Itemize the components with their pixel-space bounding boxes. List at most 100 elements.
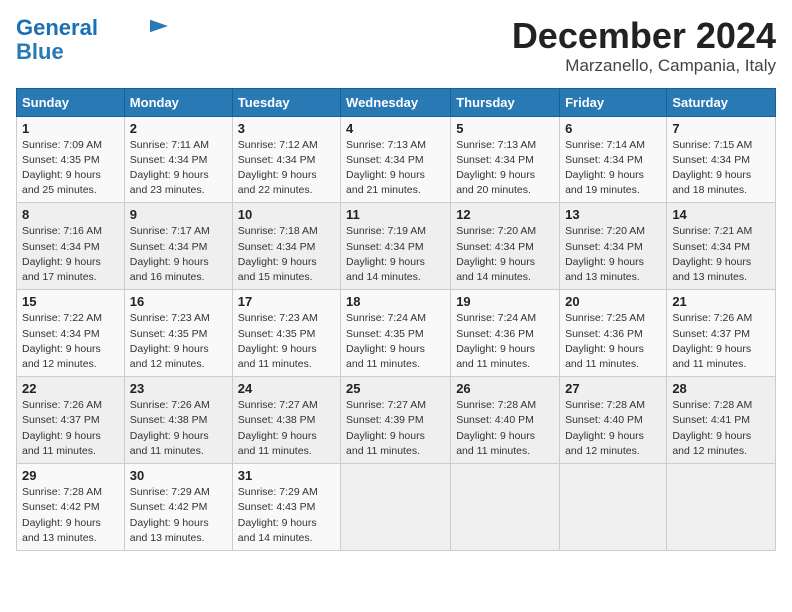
day-number: 25 [346, 381, 445, 396]
day-header-tuesday: Tuesday [232, 88, 340, 116]
day-number: 18 [346, 294, 445, 309]
day-number: 22 [22, 381, 119, 396]
calendar-week-row: 15Sunrise: 7:22 AMSunset: 4:34 PMDayligh… [17, 290, 776, 377]
calendar-header-row: SundayMondayTuesdayWednesdayThursdayFrid… [17, 88, 776, 116]
calendar-cell: 23 Sunrise: 7:26 AMSunset: 4:38 PMDayligh… [124, 377, 232, 464]
day-info: Sunrise: 7:28 AMSunset: 4:40 PMDaylight:… [456, 398, 554, 459]
calendar-cell: 27Sunrise: 7:28 AMSunset: 4:40 PMDayligh… [560, 377, 667, 464]
day-info: Sunrise: 7:26 AMSunset: 4:37 PMDaylight:… [22, 398, 119, 459]
day-header-friday: Friday [560, 88, 667, 116]
day-number: 7 [672, 121, 770, 136]
page-subtitle: Marzanello, Campania, Italy [512, 56, 776, 76]
day-info: Sunrise: 7:28 AMSunset: 4:41 PMDaylight:… [672, 398, 770, 459]
calendar-week-row: 8 Sunrise: 7:16 AMSunset: 4:34 PMDaylight… [17, 203, 776, 290]
calendar-cell: 9Sunrise: 7:17 AMSunset: 4:34 PMDaylight… [124, 203, 232, 290]
day-info: Sunrise: 7:19 AMSunset: 4:34 PMDaylight:… [346, 224, 445, 285]
day-number: 24 [238, 381, 335, 396]
day-info: Sunrise: 7:20 AMSunset: 4:34 PMDaylight:… [456, 224, 554, 285]
page-header: General Blue December 2024 Marzanello, C… [16, 16, 776, 76]
day-number: 21 [672, 294, 770, 309]
logo-text: General [16, 16, 98, 40]
calendar-cell: 22 Sunrise: 7:26 AMSunset: 4:37 PMDayligh… [17, 377, 125, 464]
calendar-cell [341, 464, 451, 551]
day-info: Sunrise: 7:16 AMSunset: 4:34 PMDaylight:… [22, 224, 119, 285]
day-number: 3 [238, 121, 335, 136]
day-info: Sunrise: 7:28 AMSunset: 4:42 PMDaylight:… [22, 485, 119, 546]
calendar-cell: 20 Sunrise: 7:25 AMSunset: 4:36 PMDayligh… [560, 290, 667, 377]
calendar-cell: 6 Sunrise: 7:14 AMSunset: 4:34 PMDaylight… [560, 116, 667, 203]
day-number: 26 [456, 381, 554, 396]
calendar-cell: 3 Sunrise: 7:12 AMSunset: 4:34 PMDaylight… [232, 116, 340, 203]
calendar-cell [667, 464, 776, 551]
calendar-cell: 13Sunrise: 7:20 AMSunset: 4:34 PMDayligh… [560, 203, 667, 290]
day-number: 23 [130, 381, 227, 396]
day-number: 6 [565, 121, 661, 136]
calendar-cell: 25Sunrise: 7:27 AMSunset: 4:39 PMDayligh… [341, 377, 451, 464]
day-number: 27 [565, 381, 661, 396]
day-info: Sunrise: 7:22 AMSunset: 4:34 PMDaylight:… [22, 311, 119, 372]
day-info: Sunrise: 7:13 AMSunset: 4:34 PMDaylight:… [456, 138, 554, 199]
day-number: 10 [238, 207, 335, 222]
day-info: Sunrise: 7:27 AMSunset: 4:38 PMDaylight:… [238, 398, 335, 459]
day-info: Sunrise: 7:12 AMSunset: 4:34 PMDaylight:… [238, 138, 335, 199]
day-number: 30 [130, 468, 227, 483]
calendar-cell: 17 Sunrise: 7:23 AMSunset: 4:35 PMDayligh… [232, 290, 340, 377]
day-info: Sunrise: 7:13 AMSunset: 4:34 PMDaylight:… [346, 138, 445, 199]
logo-arrow-icon [150, 19, 168, 33]
day-number: 8 [22, 207, 119, 222]
day-number: 19 [456, 294, 554, 309]
day-info: Sunrise: 7:24 AMSunset: 4:35 PMDaylight:… [346, 311, 445, 372]
calendar-cell: 31 Sunrise: 7:29 AMSunset: 4:43 PMDayligh… [232, 464, 340, 551]
calendar-cell: 7 Sunrise: 7:15 AMSunset: 4:34 PMDaylight… [667, 116, 776, 203]
calendar-cell: 8 Sunrise: 7:16 AMSunset: 4:34 PMDaylight… [17, 203, 125, 290]
day-number: 4 [346, 121, 445, 136]
day-info: Sunrise: 7:25 AMSunset: 4:36 PMDaylight:… [565, 311, 661, 372]
day-info: Sunrise: 7:11 AMSunset: 4:34 PMDaylight:… [130, 138, 227, 199]
day-number: 5 [456, 121, 554, 136]
calendar-cell: 10 Sunrise: 7:18 AMSunset: 4:34 PMDayligh… [232, 203, 340, 290]
day-info: Sunrise: 7:21 AMSunset: 4:34 PMDaylight:… [672, 224, 770, 285]
calendar-cell: 30 Sunrise: 7:29 AMSunset: 4:42 PMDayligh… [124, 464, 232, 551]
day-info: Sunrise: 7:29 AMSunset: 4:43 PMDaylight:… [238, 485, 335, 546]
day-number: 20 [565, 294, 661, 309]
calendar-week-row: 22 Sunrise: 7:26 AMSunset: 4:37 PMDayligh… [17, 377, 776, 464]
day-number: 12 [456, 207, 554, 222]
calendar-cell: 26 Sunrise: 7:28 AMSunset: 4:40 PMDayligh… [451, 377, 560, 464]
calendar-cell: 29 Sunrise: 7:28 AMSunset: 4:42 PMDayligh… [17, 464, 125, 551]
calendar-cell: 28 Sunrise: 7:28 AMSunset: 4:41 PMDayligh… [667, 377, 776, 464]
day-number: 11 [346, 207, 445, 222]
day-header-monday: Monday [124, 88, 232, 116]
day-info: Sunrise: 7:09 AMSunset: 4:35 PMDaylight:… [22, 138, 119, 199]
calendar-cell: 4 Sunrise: 7:13 AMSunset: 4:34 PMDaylight… [341, 116, 451, 203]
day-info: Sunrise: 7:26 AMSunset: 4:38 PMDaylight:… [130, 398, 227, 459]
day-number: 14 [672, 207, 770, 222]
day-info: Sunrise: 7:15 AMSunset: 4:34 PMDaylight:… [672, 138, 770, 199]
day-number: 17 [238, 294, 335, 309]
title-block: December 2024 Marzanello, Campania, Ital… [512, 16, 776, 76]
calendar-cell: 15Sunrise: 7:22 AMSunset: 4:34 PMDayligh… [17, 290, 125, 377]
day-info: Sunrise: 7:23 AMSunset: 4:35 PMDaylight:… [238, 311, 335, 372]
day-number: 31 [238, 468, 335, 483]
calendar-cell: 24 Sunrise: 7:27 AMSunset: 4:38 PMDayligh… [232, 377, 340, 464]
day-info: Sunrise: 7:20 AMSunset: 4:34 PMDaylight:… [565, 224, 661, 285]
calendar-week-row: 29 Sunrise: 7:28 AMSunset: 4:42 PMDayligh… [17, 464, 776, 551]
day-number: 29 [22, 468, 119, 483]
calendar-cell: 12 Sunrise: 7:20 AMSunset: 4:34 PMDayligh… [451, 203, 560, 290]
day-info: Sunrise: 7:24 AMSunset: 4:36 PMDaylight:… [456, 311, 554, 372]
calendar-cell: 18 Sunrise: 7:24 AMSunset: 4:35 PMDayligh… [341, 290, 451, 377]
calendar-cell [451, 464, 560, 551]
calendar-cell: 1Sunrise: 7:09 AMSunset: 4:35 PMDaylight… [17, 116, 125, 203]
calendar-week-row: 1Sunrise: 7:09 AMSunset: 4:35 PMDaylight… [17, 116, 776, 203]
calendar-cell: 19 Sunrise: 7:24 AMSunset: 4:36 PMDayligh… [451, 290, 560, 377]
calendar-cell: 14 Sunrise: 7:21 AMSunset: 4:34 PMDayligh… [667, 203, 776, 290]
day-header-thursday: Thursday [451, 88, 560, 116]
day-header-saturday: Saturday [667, 88, 776, 116]
day-info: Sunrise: 7:14 AMSunset: 4:34 PMDaylight:… [565, 138, 661, 199]
day-info: Sunrise: 7:23 AMSunset: 4:35 PMDaylight:… [130, 311, 227, 372]
calendar-cell: 11 Sunrise: 7:19 AMSunset: 4:34 PMDayligh… [341, 203, 451, 290]
day-number: 28 [672, 381, 770, 396]
day-number: 16 [130, 294, 227, 309]
day-info: Sunrise: 7:29 AMSunset: 4:42 PMDaylight:… [130, 485, 227, 546]
day-info: Sunrise: 7:18 AMSunset: 4:34 PMDaylight:… [238, 224, 335, 285]
logo-text-blue: Blue [16, 40, 64, 64]
